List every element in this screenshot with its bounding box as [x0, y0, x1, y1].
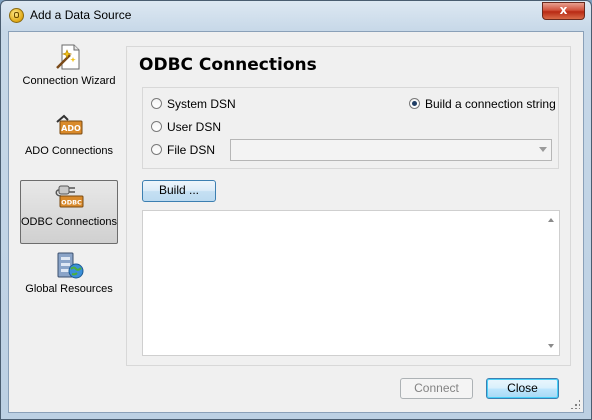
app-lock-icon [9, 8, 24, 23]
radio-circle [151, 98, 162, 109]
sidebar-item-label: ADO Connections [24, 145, 114, 157]
global-resources-icon [57, 252, 84, 279]
resize-grip-icon[interactable] [570, 399, 580, 409]
ado-icon-text: ADO [61, 124, 81, 133]
odbc-panel: ODBC Connections System DSN Build a conn… [126, 46, 571, 366]
radio-circle [151, 144, 162, 155]
sidebar-item-label: Connection Wizard [22, 75, 116, 87]
radio-label: Build a connection string [425, 97, 556, 111]
wizard-icon [56, 44, 80, 70]
radio-circle [409, 98, 420, 109]
sidebar-item-label: Global Resources [25, 283, 113, 295]
chevron-down-icon[interactable] [539, 147, 547, 152]
file-dsn-select[interactable] [230, 139, 552, 161]
title-bar[interactable]: Add a Data Source x [1, 1, 591, 31]
sidebar-item-odbc-connections[interactable]: ODBC ODBC Connections [20, 180, 118, 244]
dialog-client-area: Connection Wizard ADO ADO Connections OD… [8, 31, 584, 413]
close-button[interactable]: Close [486, 378, 559, 399]
odbc-plug-icon: ODBC [55, 185, 84, 208]
close-icon: x [559, 3, 568, 17]
source-type-sidebar: Connection Wizard ADO ADO Connections OD… [9, 32, 126, 414]
build-button[interactable]: Build ... [142, 180, 216, 202]
sidebar-item-ado-connections[interactable]: ADO ADO Connections [20, 112, 118, 176]
sidebar-item-global-resources[interactable]: Global Resources [20, 250, 118, 314]
connect-button[interactable]: Connect [400, 378, 473, 399]
window-close-button[interactable]: x [542, 2, 585, 20]
scroll-up-arrow-icon[interactable] [548, 218, 554, 222]
radio-circle [151, 121, 162, 132]
dsn-options-group: System DSN Build a connection string Use… [142, 87, 559, 169]
sidebar-item-connection-wizard[interactable]: Connection Wizard [20, 42, 118, 106]
radio-label: System DSN [167, 97, 236, 111]
sidebar-item-label: ODBC Connections [21, 216, 117, 228]
panel-title: ODBC Connections [139, 55, 317, 75]
ado-icon: ADO [56, 114, 83, 135]
scroll-down-arrow-icon[interactable] [548, 344, 554, 348]
radio-label: File DSN [167, 143, 216, 157]
add-data-source-window: Add a Data Source x Connection Wizard AD… [0, 0, 592, 420]
window-title: Add a Data Source [30, 8, 132, 22]
odbc-icon-text: ODBC [61, 199, 82, 207]
radio-label: User DSN [167, 120, 222, 134]
textarea-scrollbar[interactable] [544, 211, 559, 355]
connection-string-textarea[interactable] [142, 210, 560, 356]
